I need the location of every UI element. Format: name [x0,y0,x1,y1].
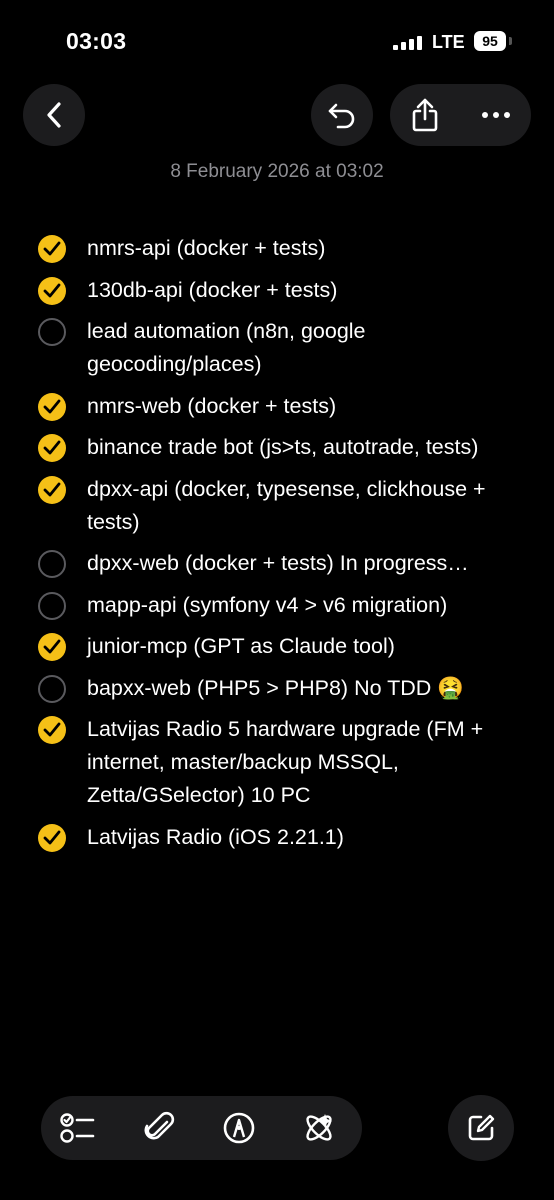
checkbox-empty-icon[interactable] [38,674,66,703]
status-bar: 03:03 LTE 95 [0,0,554,84]
checkbox-checked-icon[interactable] [38,823,66,852]
checkbox-empty-icon[interactable] [38,318,66,346]
checklist-item[interactable]: Latvijas Radio 5 hardware upgrade (FM + … [0,713,554,812]
battery-tip [509,37,512,45]
battery-icon: 95 [474,31,506,51]
checklist-button[interactable] [46,1096,110,1160]
undo-button[interactable] [311,84,373,146]
checklist-item-text[interactable]: 130db-api (docker + tests) [87,274,534,307]
checklist-item[interactable]: nmrs-api (docker + tests) [0,232,554,265]
checklist-item-text[interactable]: binance trade bot (js>ts, autotrade, tes… [87,431,534,464]
checklist-item[interactable]: Latvijas Radio (iOS 2.21.1) [0,821,554,854]
markup-pen-icon [223,1112,255,1144]
checklist-item[interactable]: mapp-api (symfony v4 > v6 migration) [0,589,554,622]
share-icon [412,98,438,132]
chevron-left-icon [47,102,61,128]
signal-icon [393,36,423,55]
ellipsis-icon [482,112,510,118]
checkbox-checked-icon[interactable] [38,392,66,421]
checklist-item-text[interactable]: dpxx-api (docker, typesense, clickhouse … [87,473,534,539]
checkbox-checked-icon[interactable] [38,475,66,504]
network-type: LTE [432,32,465,52]
checklist-item[interactable]: dpxx-api (docker, typesense, clickhouse … [0,473,554,539]
checkbox-empty-icon[interactable] [38,591,66,620]
bottom-toolbar [41,1096,362,1160]
checkbox-checked-icon[interactable] [38,235,66,263]
checkbox-empty-icon[interactable] [38,550,66,578]
checklist-icon [60,1113,95,1143]
paperclip-icon [144,1111,175,1140]
checkbox-checked-icon[interactable] [38,434,66,462]
checklist: nmrs-api (docker + tests) 130db-api (dock… [0,232,554,862]
checklist-item-text[interactable]: bapxx-web (PHP5 > PHP8) No TDD 🤮 [87,672,534,705]
checkbox-checked-icon[interactable] [38,276,66,305]
markup-button[interactable] [207,1096,271,1160]
actions-pill [390,84,531,146]
checklist-item-text[interactable]: Latvijas Radio (iOS 2.21.1) [87,821,534,854]
share-button[interactable] [390,84,460,146]
checklist-item[interactable]: junior-mcp (GPT as Claude tool) [0,630,554,663]
checklist-item[interactable]: dpxx-web (docker + tests) In progress… [0,547,554,580]
checklist-item-text[interactable]: nmrs-web (docker + tests) [87,390,534,423]
compose-button[interactable] [448,1095,514,1161]
checklist-item-text[interactable]: nmrs-api (docker + tests) [87,232,534,265]
compose-icon [468,1114,495,1141]
checklist-item[interactable]: binance trade bot (js>ts, autotrade, tes… [0,431,554,464]
writing-tools-icon [306,1114,332,1141]
checklist-item[interactable]: 130db-api (docker + tests) [0,274,554,307]
checklist-item-text[interactable]: Latvijas Radio 5 hardware upgrade (FM + … [87,713,534,812]
checklist-item-text[interactable]: junior-mcp (GPT as Claude tool) [87,630,534,663]
checklist-item[interactable]: lead automation (n8n, google geocoding/p… [0,315,554,381]
checklist-item[interactable]: nmrs-web (docker + tests) [0,390,554,423]
checklist-item-text[interactable]: mapp-api (symfony v4 > v6 migration) [87,589,534,622]
checkbox-checked-icon[interactable] [38,716,66,744]
checklist-item-text[interactable]: dpxx-web (docker + tests) In progress… [87,547,534,580]
attachment-button[interactable] [127,1096,191,1160]
battery-level: 95 [482,33,498,49]
status-time: 03:03 [66,28,127,54]
writing-tools-button[interactable] [287,1096,351,1160]
checklist-item-text[interactable]: lead automation (n8n, google geocoding/p… [87,315,534,381]
note-date: 8 February 2026 at 03:02 [170,161,384,182]
undo-icon [328,103,355,129]
back-button[interactable] [23,84,85,146]
checklist-item[interactable]: bapxx-web (PHP5 > PHP8) No TDD 🤮 [0,672,554,705]
checkbox-checked-icon[interactable] [38,633,66,661]
more-button[interactable] [461,84,531,146]
